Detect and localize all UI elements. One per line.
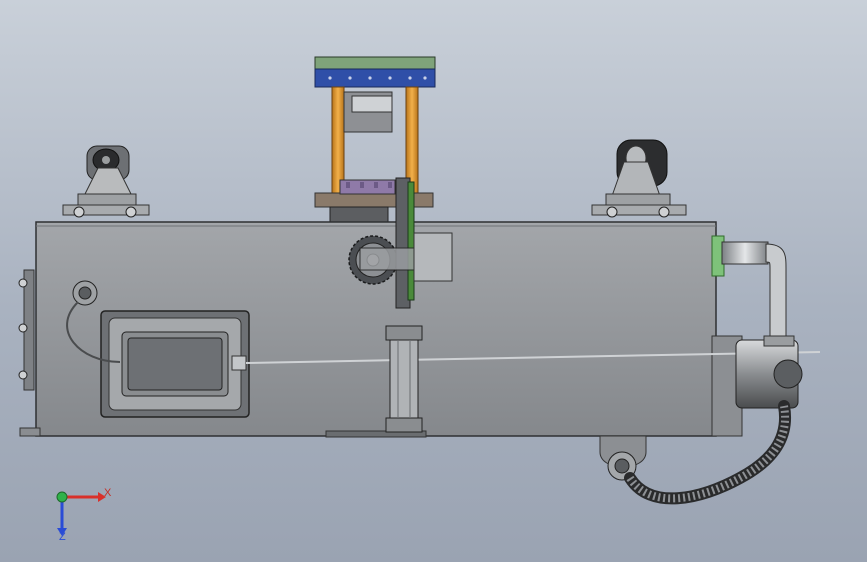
axis-triad <box>56 491 106 536</box>
left-caster-wheel <box>62 145 150 218</box>
pneumatic-cylinder <box>385 325 423 433</box>
z-axis-label: Z <box>59 531 66 543</box>
x-axis-label: X <box>104 487 112 499</box>
y-axis-dot <box>56 491 68 503</box>
machine-assembly-drawing <box>18 56 821 536</box>
press-frame <box>314 56 436 226</box>
cad-viewport[interactable]: X Z <box>0 0 867 562</box>
right-caster-wheel <box>591 139 687 218</box>
